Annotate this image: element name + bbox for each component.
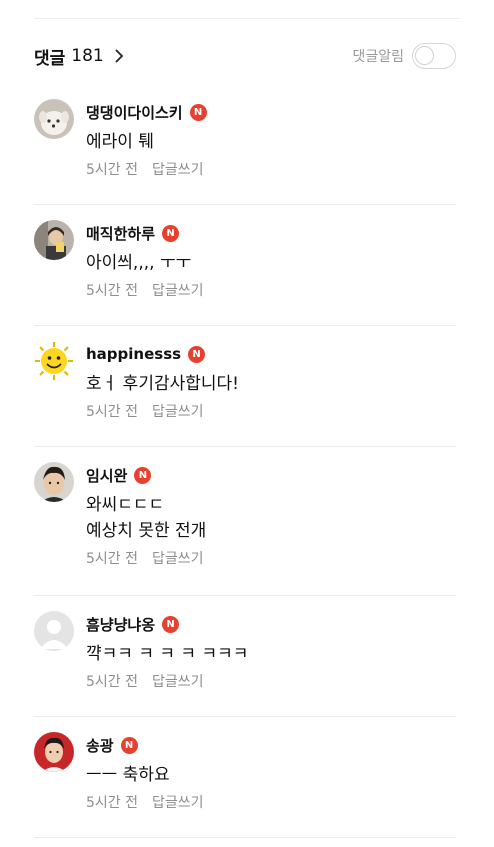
avatar[interactable] <box>34 341 74 381</box>
comment-list: 댕댕이다이스키 N 에라이 퉤 5시간 전 답글쓰기 매직한하루 N 아이씌,,… <box>34 84 456 838</box>
comment-time: 5시간 전 <box>86 404 138 420</box>
comment-notify-toggle[interactable] <box>412 43 456 69</box>
new-badge-icon: N <box>162 615 180 633</box>
comment-notify-label: 댓글알림 <box>352 49 404 65</box>
top-divider <box>34 18 460 19</box>
comment-time: 5시간 전 <box>86 551 138 567</box>
new-badge-icon: N <box>134 466 152 484</box>
username[interactable]: 매직한하루 <box>86 223 155 244</box>
comments-count: 181 <box>71 46 104 66</box>
new-badge-icon: N <box>120 736 138 754</box>
comment-time: 5시간 전 <box>86 795 138 811</box>
comment-text: 꺅ㅋㅋ ㅋ ㅋ ㅋ ㅋㅋㅋ <box>86 644 249 664</box>
comment-item: 매직한하루 N 아이씌,,,, ㅜㅜ 5시간 전 답글쓰기 <box>34 205 456 326</box>
comment-text: 에라이 퉤 <box>86 132 154 152</box>
comment-time: 5시간 전 <box>86 674 138 690</box>
new-badge-icon: N <box>162 224 180 242</box>
comments-label: 댓글 <box>34 48 66 69</box>
avatar[interactable] <box>34 99 74 139</box>
comment-text: 호ㅓ 후기감사합니다! <box>86 374 239 394</box>
chevron-right-icon <box>115 49 124 63</box>
username[interactable]: 흠냥냥냐옹 <box>86 614 155 635</box>
reply-button[interactable]: 답글쓰기 <box>152 159 204 179</box>
comments-header: 댓글 181 댓글알림 <box>34 38 456 74</box>
new-badge-icon: N <box>189 103 207 121</box>
reply-button[interactable]: 답글쓰기 <box>152 401 204 421</box>
toggle-knob <box>415 46 434 65</box>
default-user-icon <box>34 611 74 651</box>
avatar[interactable] <box>34 462 74 502</box>
username[interactable]: 댕댕이다이스키 <box>86 102 183 123</box>
reply-button[interactable]: 답글쓰기 <box>152 548 204 568</box>
comment-time: 5시간 전 <box>86 283 138 299</box>
avatar[interactable] <box>34 732 74 772</box>
new-badge-icon: N <box>188 345 206 363</box>
comment-item: 댕댕이다이스키 N 에라이 퉤 5시간 전 답글쓰기 <box>34 84 456 205</box>
puppy-avatar-icon <box>34 99 74 139</box>
reply-button[interactable]: 답글쓰기 <box>152 671 204 691</box>
reply-button[interactable]: 답글쓰기 <box>152 280 204 300</box>
comment-item: 흠냥냥냐옹 N 꺅ㅋㅋ ㅋ ㅋ ㅋ ㅋㅋㅋ 5시간 전 답글쓰기 <box>34 596 456 717</box>
username[interactable]: happinesss <box>86 345 181 363</box>
username[interactable]: 송광 <box>86 735 114 756</box>
comment-text: 와씨ㄷㄷㄷ 예상치 못한 전개 <box>86 495 207 541</box>
photo-avatar-icon <box>34 220 74 260</box>
person-avatar-icon <box>34 462 74 502</box>
comment-time: 5시간 전 <box>86 162 138 178</box>
comments-count-link[interactable]: 댓글 181 <box>34 44 128 69</box>
comment-text: 아이씌,,,, ㅜㅜ <box>86 253 192 273</box>
avatar[interactable] <box>34 220 74 260</box>
comment-item: happinesss N 호ㅓ 후기감사합니다! 5시간 전 답글쓰기 <box>34 326 456 447</box>
reply-button[interactable]: 답글쓰기 <box>152 792 204 812</box>
person-avatar-icon <box>34 732 74 772</box>
comment-item: 송광 N ㅡㅡ 축하요 5시간 전 답글쓰기 <box>34 717 456 838</box>
comment-text: ㅡㅡ 축하요 <box>86 765 170 785</box>
smiley-avatar-icon <box>34 341 74 381</box>
username[interactable]: 임시완 <box>86 465 127 486</box>
comment-item: 임시완 N 와씨ㄷㄷㄷ 예상치 못한 전개 5시간 전 답글쓰기 <box>34 447 456 596</box>
avatar[interactable] <box>34 611 74 651</box>
